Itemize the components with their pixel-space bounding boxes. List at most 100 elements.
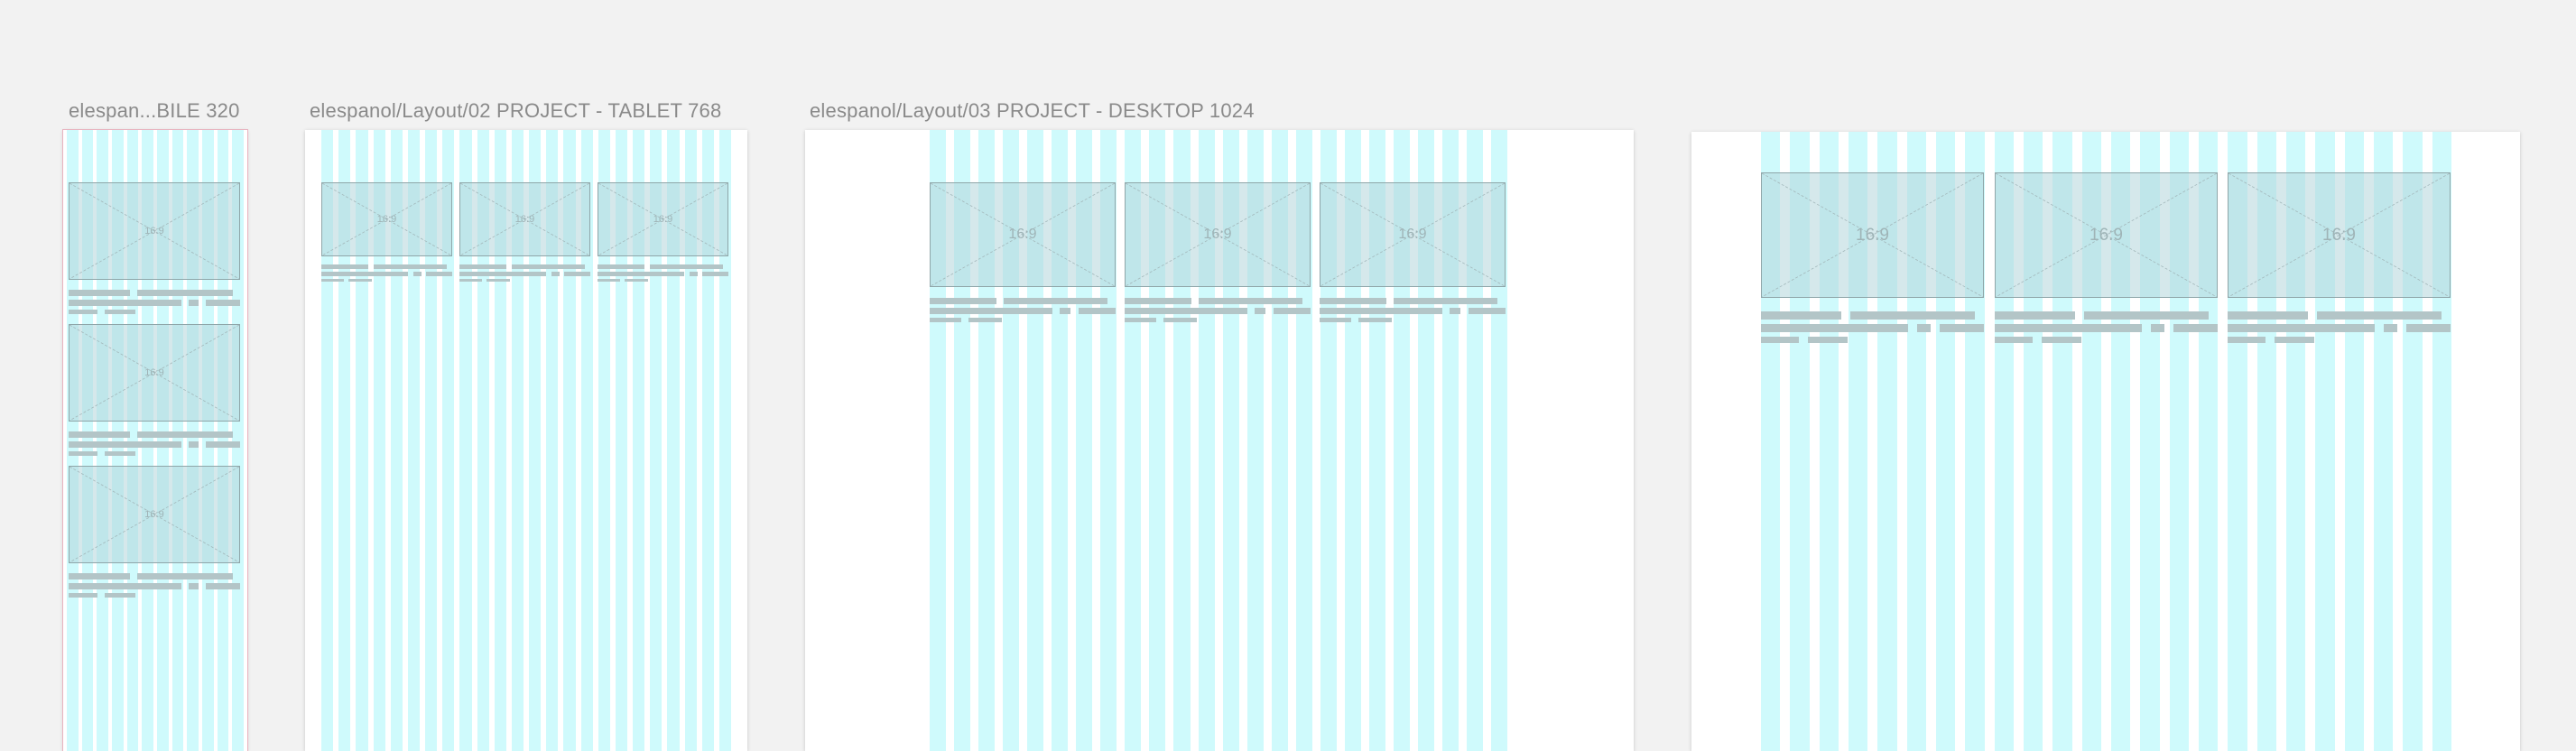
image-placeholder: 16:9	[1995, 172, 2218, 298]
article-card[interactable]: 16:9	[321, 182, 452, 292]
text-skeleton-bar	[1995, 337, 2033, 343]
text-skeleton-bar	[2406, 324, 2451, 332]
text-skeleton-bar	[69, 441, 181, 448]
text-skeleton-bar	[137, 573, 233, 579]
text-skeleton-bar	[1394, 298, 1497, 304]
aspect-ratio-label: 16:9	[2322, 225, 2356, 245]
frame-label-mobile-320[interactable]: elespan...BILE 320	[69, 99, 240, 123]
article-card[interactable]: 16:9	[69, 466, 240, 599]
text-skeleton-bar	[1125, 308, 1247, 314]
text-skeleton-bar	[2151, 324, 2164, 332]
article-card[interactable]: 16:9	[69, 324, 240, 458]
article-card[interactable]: 16:9	[459, 182, 590, 292]
text-skeleton-bar	[2317, 311, 2442, 320]
frame-tablet-768[interactable]: 16:9 16:9 16:9	[305, 130, 747, 751]
text-skeleton-bar	[1004, 298, 1107, 304]
image-placeholder: 16:9	[321, 182, 452, 256]
text-skeleton-bar	[1125, 298, 1191, 304]
text-skeleton-bar	[426, 272, 452, 276]
image-placeholder: 16:9	[930, 182, 1116, 287]
text-skeleton-bar	[551, 272, 560, 276]
text-skeleton-bar	[512, 264, 585, 269]
text-skeleton-bar	[486, 279, 510, 282]
text-skeleton-bar	[206, 583, 240, 589]
text-skeleton-bar	[598, 272, 684, 276]
text-skeleton-bar	[1761, 337, 1799, 343]
text-skeleton-bar	[69, 431, 130, 438]
text-skeleton-bar	[1079, 308, 1116, 314]
text-skeleton-bar	[189, 300, 199, 306]
frame-desktop-1024[interactable]: 16:9 16:9 16:9	[805, 130, 1634, 751]
aspect-ratio-label: 16:9	[514, 214, 535, 225]
image-placeholder: 16:9	[69, 324, 240, 422]
aspect-ratio-label: 16:9	[1203, 227, 1232, 242]
text-skeleton-bar	[1358, 318, 1392, 322]
text-skeleton-bar	[459, 272, 546, 276]
aspect-ratio-label: 16:9	[1856, 225, 1889, 245]
text-skeleton-bar	[598, 264, 644, 269]
frame-label-desktop-1024[interactable]: elespanol/Layout/03 PROJECT - DESKTOP 10…	[810, 99, 1255, 123]
article-card[interactable]: 16:9	[1320, 182, 1506, 323]
text-skeleton-bar	[105, 593, 135, 598]
text-skeleton-bar	[206, 300, 240, 306]
text-skeleton-bar	[1995, 324, 2142, 332]
text-skeleton-bar	[1808, 337, 1848, 343]
text-skeleton-bar	[321, 264, 368, 269]
text-skeleton-bar	[69, 310, 97, 314]
text-skeleton-bar	[69, 451, 97, 456]
text-skeleton-bar	[702, 272, 728, 276]
text-skeleton-bar	[1917, 324, 1931, 332]
article-card[interactable]: 16:9	[598, 182, 728, 292]
article-card[interactable]: 16:9	[2228, 172, 2451, 343]
text-skeleton-bar	[189, 583, 199, 589]
text-skeleton-bar	[69, 300, 181, 306]
text-skeleton-bar	[69, 583, 181, 589]
text-skeleton-bar	[1255, 308, 1265, 314]
text-skeleton-bar	[2228, 324, 2375, 332]
text-skeleton-bar	[2084, 311, 2209, 320]
text-skeleton-bar	[206, 441, 240, 448]
text-skeleton-bar	[69, 573, 130, 579]
text-skeleton-bar	[1761, 324, 1908, 332]
text-skeleton-bar	[2173, 324, 2218, 332]
frame-mobile-320[interactable]: 16:9 16:9 16:9	[63, 130, 247, 751]
article-card[interactable]: 16:9	[1125, 182, 1311, 323]
text-skeleton-bar	[321, 272, 408, 276]
article-card[interactable]: 16:9	[930, 182, 1116, 323]
text-skeleton-bar	[1125, 318, 1156, 322]
text-skeleton-bar	[1320, 298, 1386, 304]
article-card[interactable]: 16:9	[1995, 172, 2218, 343]
image-placeholder: 16:9	[69, 466, 240, 563]
text-skeleton-bar	[69, 593, 97, 598]
article-card[interactable]: 16:9	[69, 182, 240, 316]
image-placeholder: 16:9	[598, 182, 728, 256]
text-skeleton-bar	[968, 318, 1002, 322]
text-skeleton-bar	[2228, 337, 2266, 343]
text-skeleton-bar	[2042, 337, 2081, 343]
text-skeleton-bar	[690, 272, 698, 276]
image-placeholder: 16:9	[459, 182, 590, 256]
text-skeleton-bar	[459, 279, 482, 282]
text-skeleton-bar	[650, 264, 723, 269]
image-placeholder: 16:9	[1125, 182, 1311, 287]
aspect-ratio-label: 16:9	[1398, 227, 1427, 242]
aspect-ratio-label: 16:9	[144, 509, 164, 520]
frame-label-tablet-768[interactable]: elespanol/Layout/02 PROJECT - TABLET 768	[310, 99, 721, 123]
text-skeleton-bar	[564, 272, 590, 276]
text-skeleton-bar	[69, 290, 130, 296]
aspect-ratio-label: 16:9	[144, 226, 164, 236]
frame-desktop-wide[interactable]: 16:9 16:9 16:9	[1691, 132, 2520, 751]
text-skeleton-bar	[137, 290, 233, 296]
text-skeleton-bar	[459, 264, 506, 269]
text-skeleton-bar	[1320, 318, 1351, 322]
text-skeleton-bar	[1850, 311, 1975, 320]
text-skeleton-bar	[189, 441, 199, 448]
aspect-ratio-label: 16:9	[653, 214, 673, 225]
image-placeholder: 16:9	[2228, 172, 2451, 298]
text-skeleton-bar	[1940, 324, 1984, 332]
text-skeleton-bar	[321, 279, 344, 282]
article-card[interactable]: 16:9	[1761, 172, 1984, 343]
text-skeleton-bar	[1761, 311, 1841, 320]
image-placeholder: 16:9	[1320, 182, 1506, 287]
text-skeleton-bar	[1450, 308, 1460, 314]
